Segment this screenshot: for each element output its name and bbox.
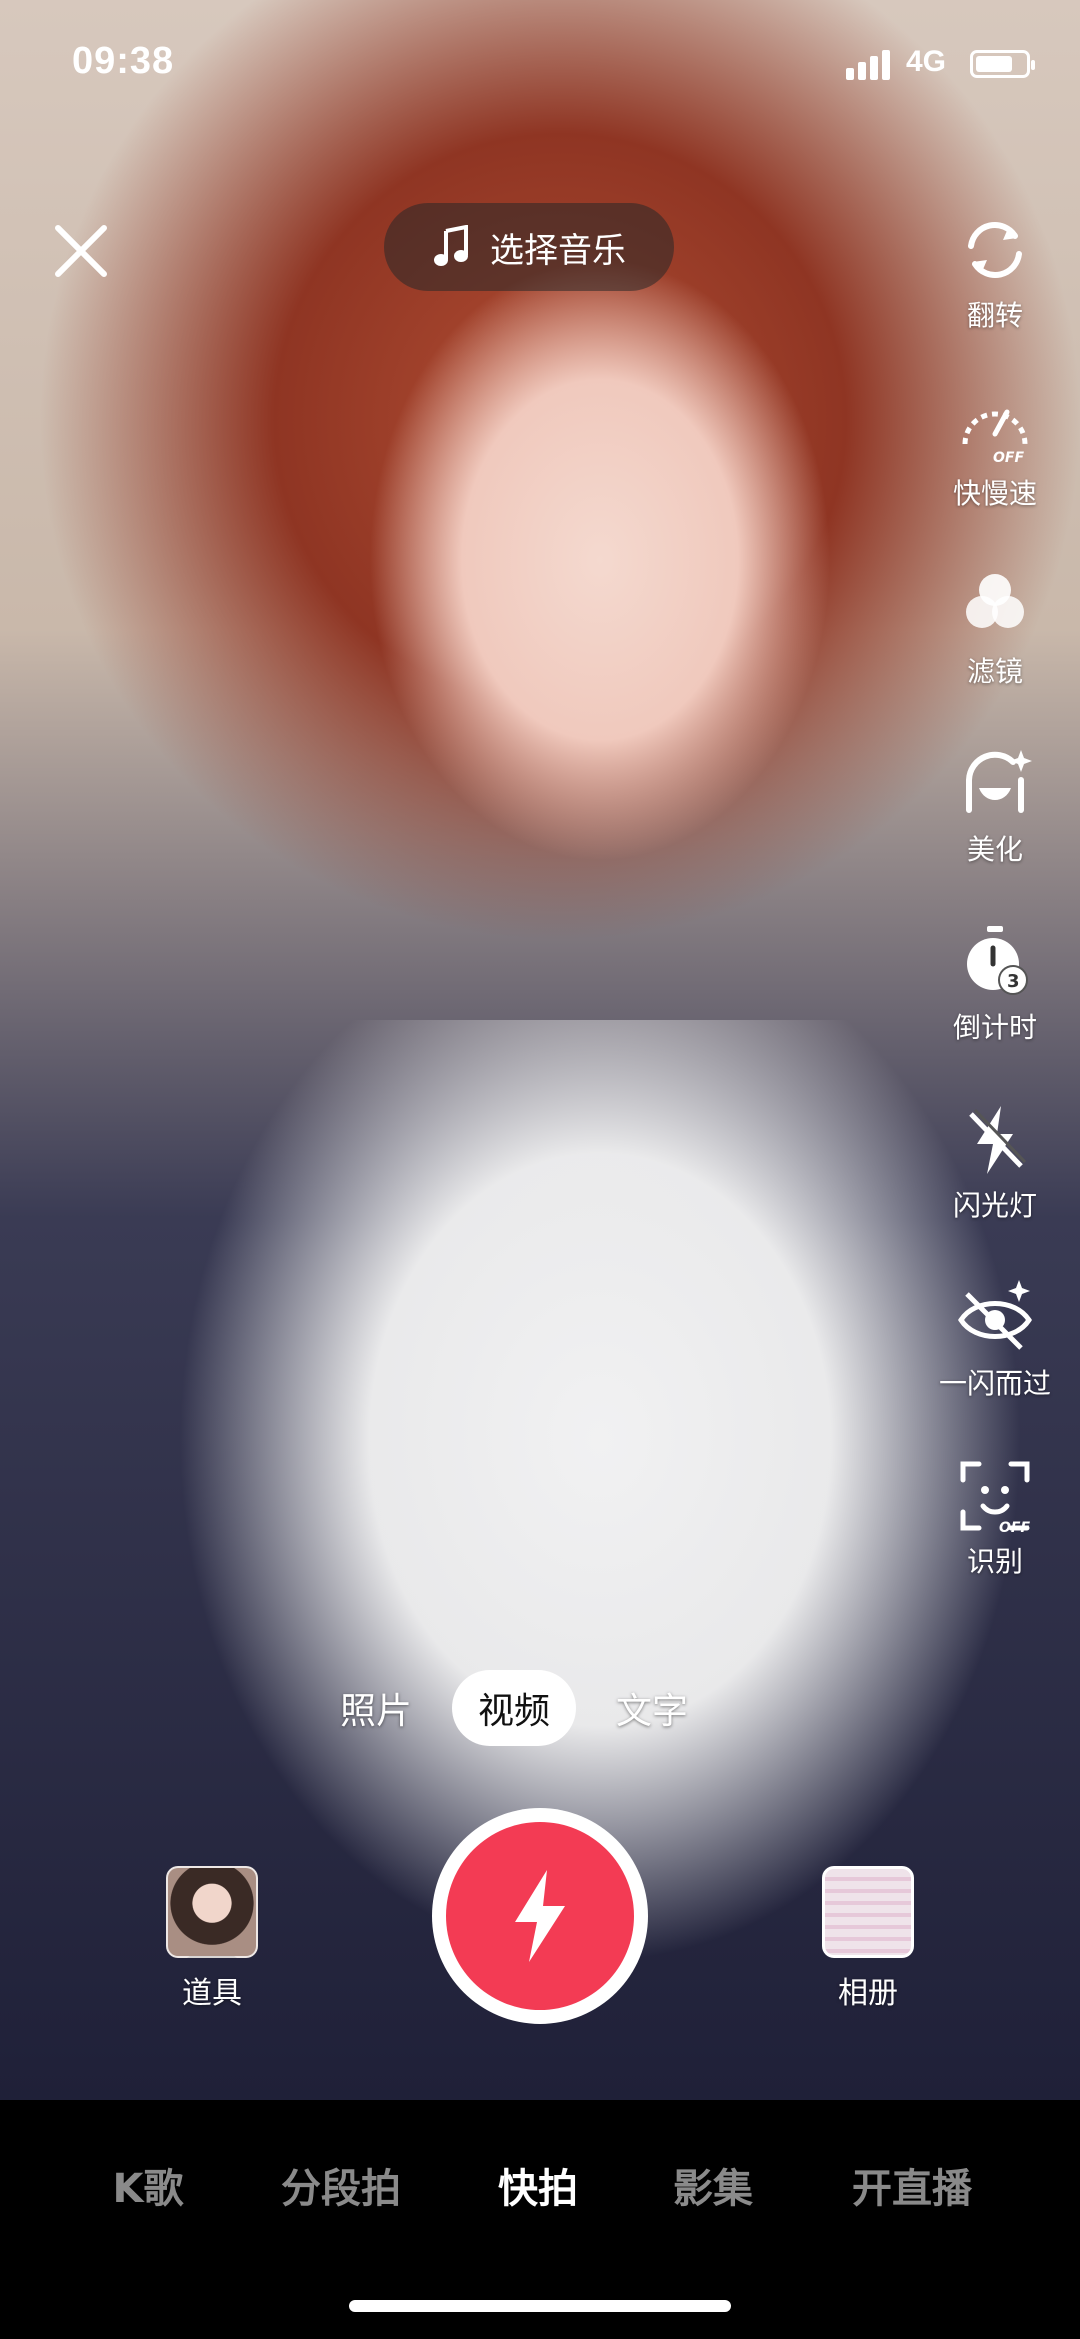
tool-label: 快慢速: [952, 477, 1037, 510]
bottom-nav-items: K歌 分段拍 快拍 影集 开直播: [0, 2156, 1080, 2216]
status-bar: 09:38 4G: [0, 0, 1080, 135]
mode-photo[interactable]: 照片: [340, 1682, 412, 1734]
filter-icon: [966, 574, 1024, 628]
svg-text:OFF: OFF: [993, 450, 1024, 466]
home-indicator[interactable]: [349, 2300, 731, 2312]
tool-label: 翻转: [966, 299, 1023, 332]
mode-video[interactable]: 视频: [452, 1670, 577, 1746]
flip-camera-icon: [968, 221, 1022, 279]
props-label: 道具: [182, 1976, 242, 2011]
network-type: 4G: [906, 45, 947, 78]
shutter-button[interactable]: [432, 1808, 648, 2024]
props-button[interactable]: 道具: [166, 1866, 258, 2012]
tool-glimpse[interactable]: 一闪而过: [910, 1278, 1080, 1438]
battery-level: [976, 56, 1012, 72]
tool-countdown[interactable]: 3 倒计时: [910, 922, 1080, 1082]
album-thumbnail: [822, 1866, 914, 1958]
nav-go-live[interactable]: 开直播: [852, 2156, 972, 2214]
tool-label: 滤镜: [966, 655, 1023, 688]
close-button[interactable]: [50, 220, 112, 282]
nav-segment-shoot[interactable]: 分段拍: [281, 2156, 401, 2214]
mode-text[interactable]: 文字: [616, 1682, 688, 1734]
tool-label: 一闪而过: [938, 1367, 1051, 1400]
album-button[interactable]: 相册: [822, 1866, 914, 2012]
beautify-icon: [966, 750, 1032, 813]
tool-label: 闪光灯: [952, 1189, 1037, 1222]
nav-photo-album[interactable]: 影集: [673, 2156, 753, 2214]
svg-text:3: 3: [1007, 971, 1020, 992]
svg-text:OFF: OFF: [999, 1520, 1030, 1536]
close-icon: [55, 225, 107, 277]
face-recognition-off-icon: OFF: [960, 1461, 1030, 1536]
countdown-timer-icon: 3: [967, 926, 1028, 995]
tool-label: 识别: [966, 1545, 1023, 1578]
props-thumbnail: [166, 1866, 258, 1958]
select-music-label: 选择音乐: [490, 230, 626, 271]
tool-recognize[interactable]: OFF 识别: [910, 1456, 1080, 1616]
lightning-icon: [515, 1870, 565, 1962]
tool-beautify[interactable]: 美化: [910, 744, 1080, 904]
status-time: 09:38: [72, 40, 175, 82]
tool-speed[interactable]: OFF 快慢速: [910, 388, 1080, 548]
battery-icon: [970, 50, 1035, 78]
tool-label: 倒计时: [952, 1011, 1037, 1044]
speed-off-icon: OFF: [962, 409, 1028, 466]
album-label: 相册: [838, 1976, 898, 2011]
flash-off-icon: [969, 1106, 1027, 1174]
camera-screen: 09:38 4G 选择音乐 翻转 OFF 快慢速 滤镜 美化 3 倒计时 闪光灯…: [0, 0, 1080, 2339]
music-note-icon: [434, 225, 468, 266]
select-music-button[interactable]: 选择音乐: [384, 203, 674, 291]
tool-filter[interactable]: 滤镜: [910, 566, 1080, 726]
tool-label: 美化: [966, 833, 1023, 866]
signal-icon: [846, 50, 896, 80]
tool-flip[interactable]: 翻转: [910, 210, 1080, 370]
shutter-inner: [446, 1822, 634, 2010]
flash-glimpse-icon: [958, 1280, 1032, 1350]
capture-mode-selector: 照片 视频 文字: [340, 1670, 688, 1746]
nav-quick-shoot[interactable]: 快拍: [498, 2156, 578, 2214]
nav-karaoke[interactable]: K歌: [113, 2156, 184, 2214]
tool-flash[interactable]: 闪光灯: [910, 1100, 1080, 1260]
